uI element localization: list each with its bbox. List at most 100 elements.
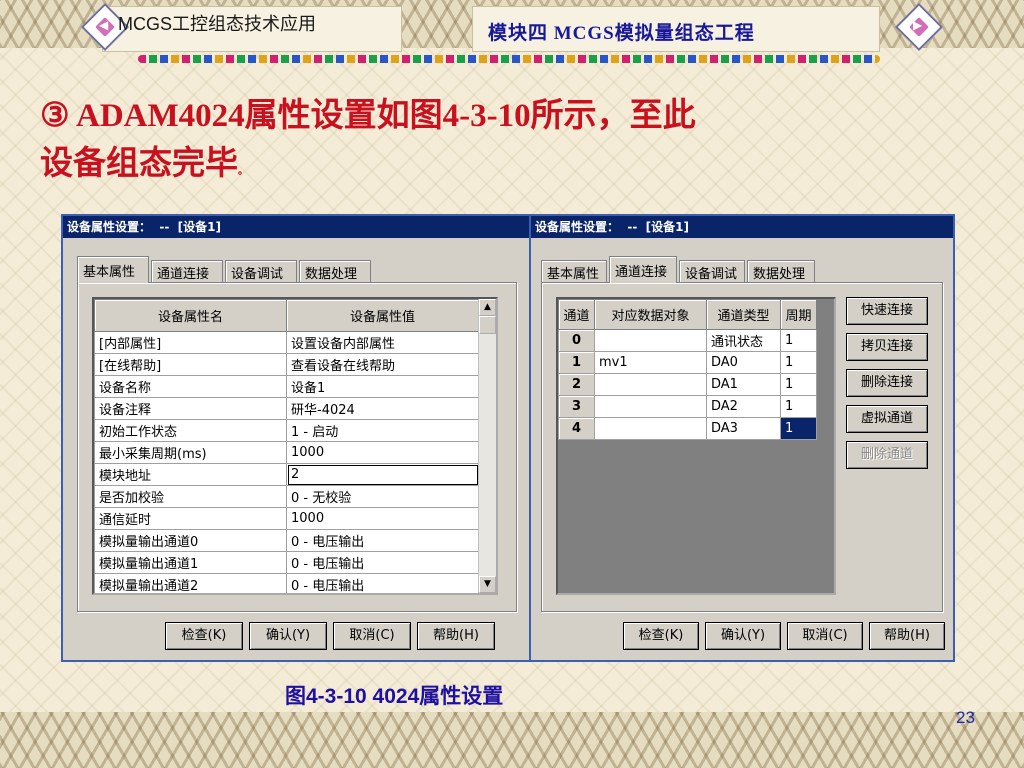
virtual-channel-button[interactable]: 虚拟通道 — [846, 405, 928, 433]
table-row[interactable]: 1 mv1 DA0 1 — [558, 351, 817, 374]
help-button[interactable]: 帮助(H) — [417, 622, 495, 650]
period-cell[interactable]: 1 — [780, 373, 817, 396]
column-header-channel[interactable]: 通道 — [558, 299, 595, 330]
property-value-cell[interactable]: 设备1 — [286, 375, 479, 398]
property-value-cell[interactable]: 2 — [286, 463, 479, 486]
heading-period: 。 — [238, 166, 248, 177]
channel-type-cell[interactable]: 通讯状态 — [706, 329, 781, 352]
scroll-up-arrow-icon[interactable]: ▲ — [479, 299, 496, 316]
table-row[interactable]: 2 DA1 1 — [558, 373, 817, 396]
tab-panel-channels: 通道 对应数据对象 通道类型 周期 0 通讯状态 1 1 mv1 DA0 1 2 DA1 1 3 DA… — [541, 282, 943, 612]
module-title: 模块四 MCGS模拟量组态工程 — [488, 23, 755, 44]
tab-data-processing[interactable]: 数据处理 — [299, 260, 371, 282]
confirm-button[interactable]: 确认(Y) — [705, 622, 781, 650]
column-header-property-value[interactable]: 设备属性值 — [286, 299, 479, 332]
property-name-cell: 模拟量输出通道0 — [94, 529, 287, 552]
column-header-channel-type[interactable]: 通道类型 — [706, 299, 781, 330]
property-value-cell[interactable]: 0 - 电压输出 — [286, 529, 479, 552]
channel-index-cell: 0 — [558, 329, 595, 352]
tab-channel-connection[interactable]: 通道连接 — [151, 260, 223, 282]
column-header-data-object[interactable]: 对应数据对象 — [594, 299, 707, 330]
property-value-cell[interactable]: 1000 — [286, 507, 479, 530]
tab-device-debug[interactable]: 设备调试 — [225, 260, 297, 282]
table-row[interactable]: 模拟量输出通道0 0 - 电压输出 — [94, 529, 479, 552]
bottom-decorative-band — [0, 712, 1024, 768]
property-name-cell: 设备名称 — [94, 375, 287, 398]
help-button[interactable]: 帮助(H) — [869, 622, 945, 650]
tab-data-processing[interactable]: 数据处理 — [747, 260, 815, 282]
scroll-down-arrow-icon[interactable]: ▼ — [479, 576, 496, 593]
table-row[interactable]: 是否加校验 0 - 无校验 — [94, 485, 479, 508]
property-value-cell[interactable]: 0 - 电压输出 — [286, 551, 479, 574]
property-value-cell[interactable]: 0 - 电压输出 — [286, 573, 479, 593]
table-row[interactable]: 3 DA2 1 — [558, 395, 817, 418]
data-object-cell[interactable] — [594, 373, 707, 396]
table-row[interactable]: 模块地址 2 — [94, 463, 479, 486]
property-table: 设备属性名 设备属性值 [内部属性] 设置设备内部属性 [在线帮助] 查看设备在线帮助… — [94, 299, 479, 593]
property-name-cell: 模块地址 — [94, 463, 287, 486]
cancel-button[interactable]: 取消(C) — [333, 622, 411, 650]
tab-basic-properties[interactable]: 基本属性 — [541, 260, 607, 282]
property-name-cell: [在线帮助] — [94, 353, 287, 376]
table-row[interactable]: 模拟量输出通道2 0 - 电压输出 — [94, 573, 479, 593]
property-name-cell: 设备注释 — [94, 397, 287, 420]
tab-device-debug[interactable]: 设备调试 — [679, 260, 745, 282]
data-object-cell[interactable] — [594, 417, 707, 440]
property-value-cell[interactable]: 0 - 无校验 — [286, 485, 479, 508]
table-row[interactable]: 4 DA3 1 — [558, 417, 817, 440]
channel-grid[interactable]: 通道 对应数据对象 通道类型 周期 0 通讯状态 1 1 mv1 DA0 1 2 DA1 1 3 DA… — [556, 297, 836, 595]
column-header-period[interactable]: 周期 — [780, 299, 817, 330]
tab-basic-properties[interactable]: 基本属性 — [77, 256, 149, 283]
table-row[interactable]: 0 通讯状态 1 — [558, 329, 817, 352]
column-header-property-name[interactable]: 设备属性名 — [94, 299, 287, 332]
delete-connect-button[interactable]: 删除连接 — [846, 369, 928, 397]
property-value-cell[interactable]: 设置设备内部属性 — [286, 331, 479, 354]
cancel-button[interactable]: 取消(C) — [787, 622, 863, 650]
property-name-cell: 初始工作状态 — [94, 419, 287, 442]
period-cell[interactable]: 1 — [780, 417, 817, 440]
scroll-thumb[interactable] — [479, 316, 496, 334]
slide-heading: ③ ADAM4024属性设置如图4-3-10所示，至此 设备组态完毕。 — [40, 92, 940, 196]
tab-channel-connection[interactable]: 通道连接 — [609, 256, 677, 283]
data-object-cell[interactable]: mv1 — [594, 351, 707, 374]
channel-table-body: 0 通讯状态 1 1 mv1 DA0 1 2 DA1 1 3 DA2 1 4 DA3 1 — [558, 329, 817, 440]
table-row[interactable]: 最小采集周期(ms) 1000 — [94, 441, 479, 464]
data-object-cell[interactable] — [594, 395, 707, 418]
device-properties-dialog-basic: 设备属性设置： -- [设备1] 基本属性 通道连接 设备调试 数据处理 设备属… — [61, 214, 531, 662]
confirm-button[interactable]: 确认(Y) — [249, 622, 327, 650]
property-value-cell[interactable]: 1000 — [286, 441, 479, 464]
table-row[interactable]: [内部属性] 设置设备内部属性 — [94, 331, 479, 354]
dialog-title-bar: 设备属性设置： -- [设备1] — [531, 216, 953, 238]
property-grid[interactable]: 设备属性名 设备属性值 [内部属性] 设置设备内部属性 [在线帮助] 查看设备在线帮助… — [92, 297, 498, 595]
channel-type-cell[interactable]: DA3 — [706, 417, 781, 440]
decorative-dot-line — [138, 55, 880, 63]
check-button[interactable]: 检查(K) — [623, 622, 699, 650]
property-table-body: [内部属性] 设置设备内部属性 [在线帮助] 查看设备在线帮助 设备名称 设备1 设备注释研… — [94, 331, 479, 593]
table-row[interactable]: 通信延时 1000 — [94, 507, 479, 530]
dialog-title-bar: 设备属性设置： -- [设备1] — [63, 216, 529, 238]
data-object-cell[interactable] — [594, 329, 707, 352]
channel-type-cell[interactable]: DA2 — [706, 395, 781, 418]
table-row[interactable]: 初始工作状态 1 - 启动 — [94, 419, 479, 442]
vertical-scrollbar[interactable]: ▲ ▼ — [478, 299, 496, 593]
property-value-cell[interactable]: 研华-4024 — [286, 397, 479, 420]
table-row[interactable]: 设备注释 研华-4024 — [94, 397, 479, 420]
channel-index-cell: 3 — [558, 395, 595, 418]
channel-type-cell[interactable]: DA0 — [706, 351, 781, 374]
property-value-cell[interactable]: 1 - 启动 — [286, 419, 479, 442]
property-name-cell: 是否加校验 — [94, 485, 287, 508]
device-properties-dialog-channels: 设备属性设置： -- [设备1] 基本属性 通道连接 设备调试 数据处理 通道 … — [529, 214, 955, 662]
table-row[interactable]: [在线帮助] 查看设备在线帮助 — [94, 353, 479, 376]
period-cell[interactable]: 1 — [780, 395, 817, 418]
copy-connect-button[interactable]: 拷贝连接 — [846, 333, 928, 361]
check-button[interactable]: 检查(K) — [165, 622, 243, 650]
property-value-cell[interactable]: 查看设备在线帮助 — [286, 353, 479, 376]
period-cell[interactable]: 1 — [780, 329, 817, 352]
property-name-cell: 模拟量输出通道1 — [94, 551, 287, 574]
quick-connect-button[interactable]: 快速连接 — [846, 297, 928, 325]
table-row[interactable]: 模拟量输出通道1 0 - 电压输出 — [94, 551, 479, 574]
channel-type-cell[interactable]: DA1 — [706, 373, 781, 396]
channel-index-cell: 1 — [558, 351, 595, 374]
period-cell[interactable]: 1 — [780, 351, 817, 374]
table-row[interactable]: 设备名称 设备1 — [94, 375, 479, 398]
